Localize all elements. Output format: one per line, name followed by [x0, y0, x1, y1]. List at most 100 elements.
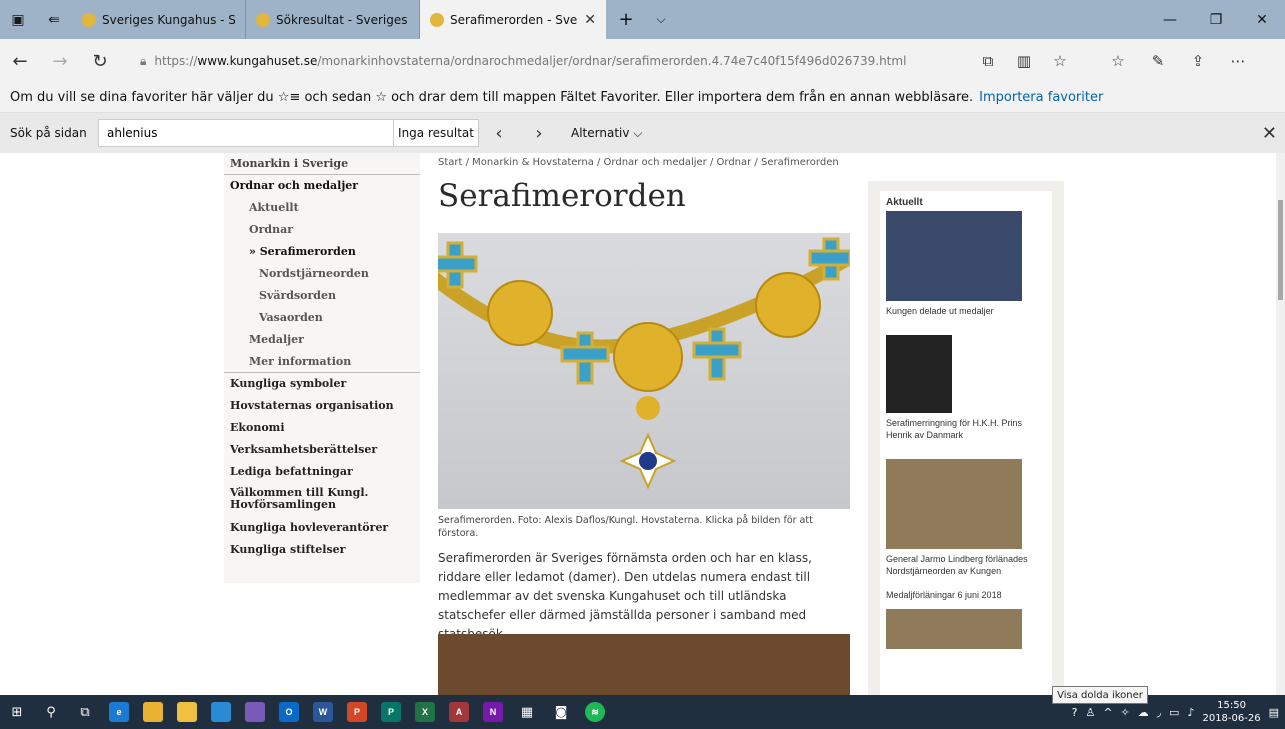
wifi-icon[interactable]: ◞ [1157, 706, 1161, 719]
search-icon[interactable]: ⚲ [34, 695, 68, 729]
news-image[interactable] [886, 211, 1022, 301]
store-icon[interactable] [170, 695, 204, 729]
close-tab-icon[interactable]: ✕ [584, 12, 596, 28]
tab-sokresultat[interactable]: Sökresultat - Sveriges Kung [246, 0, 420, 39]
favorite-star-icon[interactable]: ☆ [1042, 52, 1078, 70]
more-icon[interactable]: ⋯ [1218, 52, 1258, 70]
dropbox-icon[interactable]: ✧ [1121, 706, 1130, 719]
news-link[interactable]: Kungen delade ut medaljer [886, 305, 1046, 317]
close-find-icon[interactable]: ✕ [1262, 123, 1277, 144]
news-link[interactable]: Serafimerringning för H.K.H. Prins Henri… [886, 417, 1046, 441]
share-icon[interactable]: ⇪ [1178, 52, 1218, 70]
left-navigation: Monarkin i Sverige Ordnar och medaljer A… [224, 153, 420, 583]
onedrive-icon[interactable]: ☁ [1138, 706, 1149, 719]
spotify-icon[interactable]: ≋ [578, 695, 612, 729]
page-title: Serafimerorden [438, 178, 686, 214]
favorites-hub-icon[interactable]: ☆ [1098, 52, 1138, 70]
order-chain-image[interactable] [438, 233, 850, 509]
nav-monarkin[interactable]: Monarkin i Sverige [224, 153, 420, 175]
find-input[interactable] [98, 119, 394, 147]
main-content: Start / Monarkin & Hovstaterna / Ordnar … [438, 153, 858, 695]
news-image[interactable] [886, 609, 1022, 649]
refresh-icon[interactable]: ↻ [80, 51, 120, 72]
volume-icon[interactable]: ♪ [1187, 706, 1194, 719]
nav-ekonomi[interactable]: Ekonomi [224, 417, 420, 439]
powerpoint-icon[interactable]: P [340, 695, 374, 729]
battery-icon[interactable]: ▭ [1169, 706, 1179, 719]
url-path: /monarkinhovstaterna/ordnarochmedaljer/o… [317, 54, 907, 68]
url-field[interactable]: 🔒︎ https://www.kungahuset.se/monarkinhov… [140, 54, 970, 69]
tab-icon[interactable]: ⧉ [970, 52, 1006, 70]
news-image[interactable] [886, 459, 1022, 549]
find-next-icon[interactable]: › [519, 123, 559, 144]
nav-hovleverantorer[interactable]: Kungliga hovleverantörer [224, 517, 420, 539]
nav-serafimerorden[interactable]: » Serafimerorden [224, 241, 420, 263]
task-view-icon[interactable]: ⧉ [68, 695, 102, 729]
excel-icon[interactable]: X [408, 695, 442, 729]
nav-nordstjarneorden[interactable]: Nordstjärneorden [224, 263, 420, 285]
news-image[interactable] [886, 335, 952, 413]
scrollbar-thumb[interactable] [1278, 200, 1283, 300]
people-icon[interactable]: ♙ [1085, 706, 1095, 719]
nav-lediga-befattningar[interactable]: Lediga befattningar [224, 461, 420, 483]
chevron-down-icon[interactable]: ⌵ [646, 0, 676, 39]
minimize-icon[interactable]: — [1147, 0, 1193, 39]
nav-ordnar-och-medaljer[interactable]: Ordnar och medaljer [224, 175, 420, 197]
nav-medaljer[interactable]: Medaljer [224, 329, 420, 351]
mail-icon[interactable] [204, 695, 238, 729]
body-text: Serafimerorden är Sveriges förnämsta ord… [438, 551, 812, 641]
clock[interactable]: 15:50 2018-06-26 [1202, 699, 1260, 725]
breadcrumb[interactable]: Start / Monarkin & Hovstaterna / Ordnar … [438, 157, 858, 168]
pen-icon[interactable]: ✎ [1138, 52, 1178, 70]
tab-kungahus[interactable]: Sveriges Kungahus - Sverige [72, 0, 246, 39]
web-page: Monarkin i Sverige Ordnar och medaljer A… [0, 153, 1285, 695]
onenote-icon[interactable]: N [476, 695, 510, 729]
address-bar: ← → ↻ 🔒︎ https://www.kungahuset.se/monar… [0, 39, 1285, 83]
forward-icon[interactable]: → [40, 51, 80, 72]
second-image[interactable] [438, 634, 850, 695]
notifications-icon[interactable]: ▤ [1269, 706, 1279, 719]
back-icon[interactable]: ← [0, 51, 40, 72]
reading-view-icon[interactable]: ▥ [1006, 52, 1042, 70]
nav-stiftelser[interactable]: Kungliga stiftelser [224, 539, 420, 561]
close-window-icon[interactable]: ✕ [1239, 0, 1285, 39]
show-hidden-icons-icon[interactable]: ^ [1103, 706, 1112, 719]
nav-svardsorden[interactable]: Svärdsorden [224, 285, 420, 307]
import-favorites-link[interactable]: Importera favoriter [979, 90, 1103, 105]
clock-time: 15:50 [1217, 700, 1246, 711]
publisher-icon[interactable]: P [374, 695, 408, 729]
edge-icon[interactable]: e [102, 695, 136, 729]
nav-verksamhetsberattelser[interactable]: Verksamhetsberättelser [224, 439, 420, 461]
start-icon[interactable]: ⊞ [0, 695, 34, 729]
nav-hovstaternas-organisation[interactable]: Hovstaternas organisation [224, 395, 420, 417]
tab-serafimerorden[interactable]: Serafimerorden - Sverig ✕ [420, 0, 606, 39]
news-link[interactable]: Medaljförläningar 6 juni 2018 [886, 589, 1046, 601]
file-explorer-icon[interactable] [136, 695, 170, 729]
camera-icon[interactable]: ◙ [544, 695, 578, 729]
find-options-button[interactable]: Alternativ ⌵ [571, 126, 642, 141]
help-icon[interactable]: ? [1072, 706, 1078, 719]
nav-ordnar[interactable]: Ordnar [224, 219, 420, 241]
nav-mer-information[interactable]: Mer information [224, 351, 420, 373]
url-prefix: https:// [154, 54, 198, 68]
nav-vasaorden[interactable]: Vasaorden [224, 307, 420, 329]
nav-hovforsamlingen[interactable]: Välkommen till Kungl. Hovförsamlingen [224, 483, 420, 517]
calendar-icon[interactable]: ▦ [510, 695, 544, 729]
tab-title: Sveriges Kungahus - Sverige [102, 12, 235, 27]
restore-icon[interactable]: ❐ [1193, 0, 1239, 39]
app-icon[interactable] [238, 695, 272, 729]
nav-kungliga-symboler[interactable]: Kungliga symboler [224, 373, 420, 395]
browser-titlebar: ▣ ⇚ Sveriges Kungahus - Sverige Sökresul… [0, 0, 1285, 39]
word-icon[interactable]: W [306, 695, 340, 729]
set-aside-tabs-icon[interactable]: ⇚ [36, 0, 72, 39]
tab-preview-icon[interactable]: ▣ [0, 0, 36, 39]
find-prev-icon[interactable]: ‹ [479, 123, 519, 144]
access-icon[interactable]: A [442, 695, 476, 729]
lock-icon: 🔒︎ [140, 53, 147, 68]
new-tab-button[interactable]: + [606, 0, 646, 39]
news-link[interactable]: General Jarmo Lindberg förlänades Nordst… [886, 553, 1046, 577]
find-result: Inga resultat [394, 119, 479, 147]
nav-aktuellt[interactable]: Aktuellt [224, 197, 420, 219]
outlook-icon[interactable]: O [272, 695, 306, 729]
find-bar: Sök på sidan Inga resultat ‹ › Alternati… [0, 113, 1285, 153]
